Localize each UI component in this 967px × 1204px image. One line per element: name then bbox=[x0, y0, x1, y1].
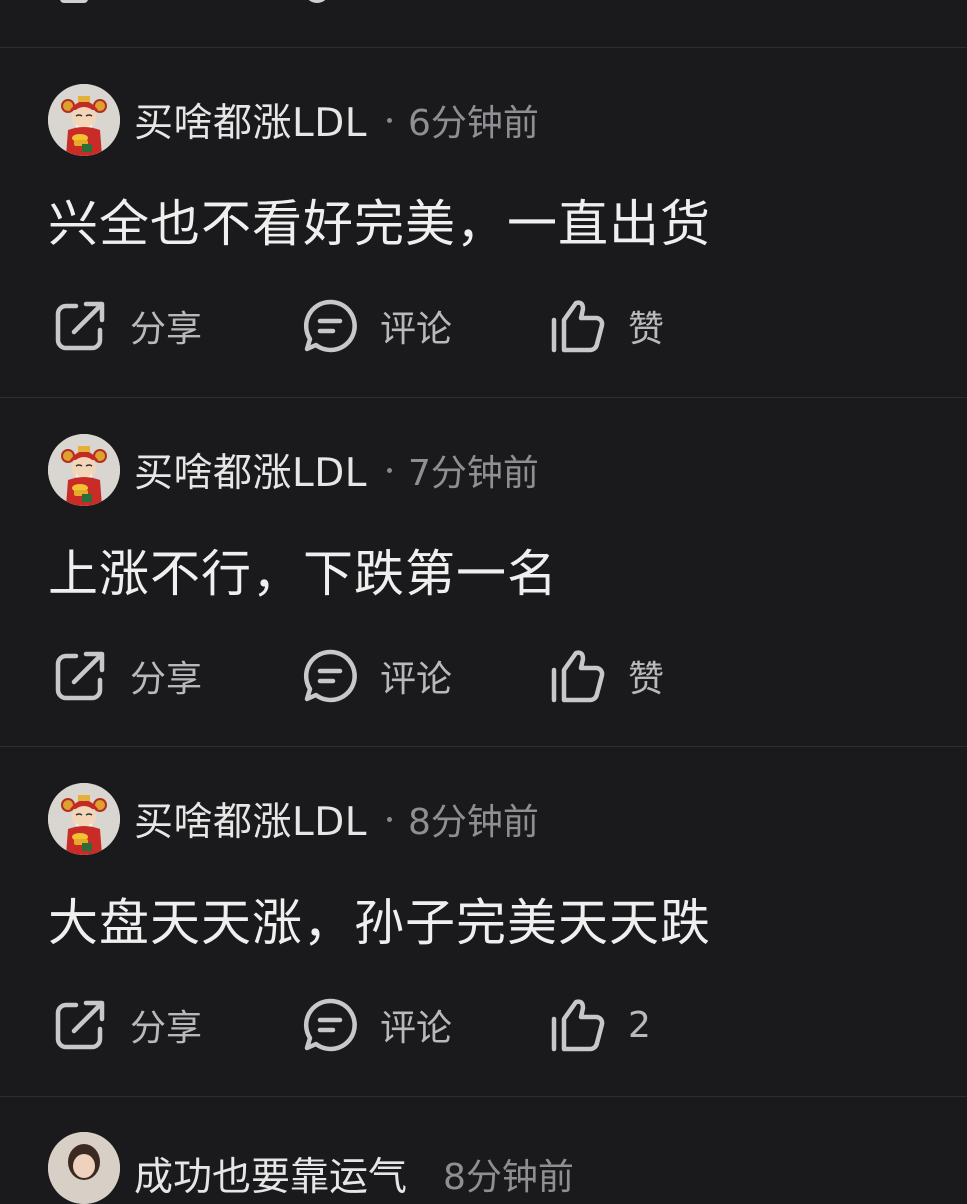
thumbs-up-icon bbox=[551, 999, 605, 1052]
share-button[interactable]: 分享 bbox=[52, 298, 202, 354]
separator-dot bbox=[387, 117, 392, 123]
avatar[interactable] bbox=[48, 84, 120, 156]
post-time: 6分钟前 bbox=[408, 103, 539, 144]
like-button[interactable]: 2 bbox=[550, 997, 651, 1053]
share-label: 分享 bbox=[130, 659, 203, 700]
username[interactable]: 买啥都涨LDL bbox=[134, 791, 367, 847]
avatar[interactable] bbox=[48, 783, 120, 855]
post-time: 8分钟前 bbox=[408, 802, 539, 843]
post-divider bbox=[0, 1096, 967, 1097]
comment-icon[interactable] bbox=[304, 0, 330, 3]
share-icon bbox=[55, 1000, 105, 1050]
comment-button[interactable]: 评论 bbox=[302, 298, 452, 354]
post-time: 7分钟前 bbox=[408, 453, 539, 494]
username[interactable]: 成功也要靠运气 bbox=[134, 1146, 407, 1202]
comment-label: 评论 bbox=[380, 1008, 453, 1049]
share-icon[interactable] bbox=[60, 0, 88, 3]
like-label: 赞 bbox=[628, 309, 665, 350]
post-time: 8分钟前 bbox=[443, 1157, 574, 1198]
comment-icon bbox=[303, 649, 357, 703]
username[interactable]: 买啥都涨LDL bbox=[134, 442, 367, 498]
post-header: 买啥都涨LDL 7分钟前 bbox=[48, 434, 539, 506]
post-actions: 分享 评论 赞 bbox=[52, 648, 752, 704]
share-icon bbox=[55, 301, 105, 351]
like-button[interactable]: 赞 bbox=[550, 298, 664, 354]
post-actions: 分享 评论 2 bbox=[52, 997, 752, 1053]
caishen-avatar-icon bbox=[48, 783, 120, 855]
post-actions: 分享 评论 赞 bbox=[52, 298, 752, 354]
comment-icon bbox=[303, 998, 357, 1052]
comment-button[interactable]: 评论 bbox=[302, 648, 452, 704]
post-content[interactable]: 上涨不行，下跌第一名 bbox=[48, 534, 558, 606]
comment-label: 评论 bbox=[380, 309, 453, 350]
share-button[interactable]: 分享 bbox=[52, 648, 202, 704]
share-label: 分享 bbox=[130, 1008, 203, 1049]
like-button[interactable]: 赞 bbox=[550, 648, 664, 704]
separator-dot bbox=[387, 816, 392, 822]
like-count: 2 bbox=[628, 1004, 651, 1046]
share-button[interactable]: 分享 bbox=[52, 997, 202, 1053]
post-item: 买啥都涨LDL 8分钟前 大盘天天涨，孙子完美天天跌 分享 评论 2 bbox=[0, 747, 967, 1096]
share-icon bbox=[55, 651, 105, 701]
post-item: 买啥都涨LDL 7分钟前 上涨不行，下跌第一名 分享 评论 赞 bbox=[0, 398, 967, 747]
comment-label: 评论 bbox=[380, 659, 453, 700]
username[interactable]: 买啥都涨LDL bbox=[134, 92, 367, 148]
separator-dot bbox=[387, 467, 392, 473]
comment-button[interactable]: 评论 bbox=[302, 997, 452, 1053]
avatar[interactable] bbox=[48, 434, 120, 506]
post-header: 买啥都涨LDL 8分钟前 bbox=[48, 783, 539, 855]
person-avatar-icon bbox=[48, 1132, 120, 1204]
post-content[interactable]: 兴全也不看好完美，一直出货 bbox=[48, 184, 711, 256]
thumbs-up-icon bbox=[551, 650, 605, 703]
post-header: 买啥都涨LDL 6分钟前 bbox=[48, 84, 539, 156]
thumbs-up-icon bbox=[551, 300, 605, 353]
caishen-avatar-icon bbox=[48, 84, 120, 156]
comment-icon bbox=[303, 299, 357, 353]
next-post-header: 成功也要靠运气 8分钟前 bbox=[48, 1132, 574, 1204]
caishen-avatar-icon bbox=[48, 434, 120, 506]
share-label: 分享 bbox=[130, 309, 203, 350]
like-label: 赞 bbox=[628, 659, 665, 700]
post-content[interactable]: 大盘天天涨，孙子完美天天跌 bbox=[48, 883, 711, 955]
avatar[interactable] bbox=[48, 1132, 120, 1204]
post-item: 买啥都涨LDL 6分钟前 兴全也不看好完美，一直出货 分享 评论 赞 bbox=[0, 48, 967, 397]
